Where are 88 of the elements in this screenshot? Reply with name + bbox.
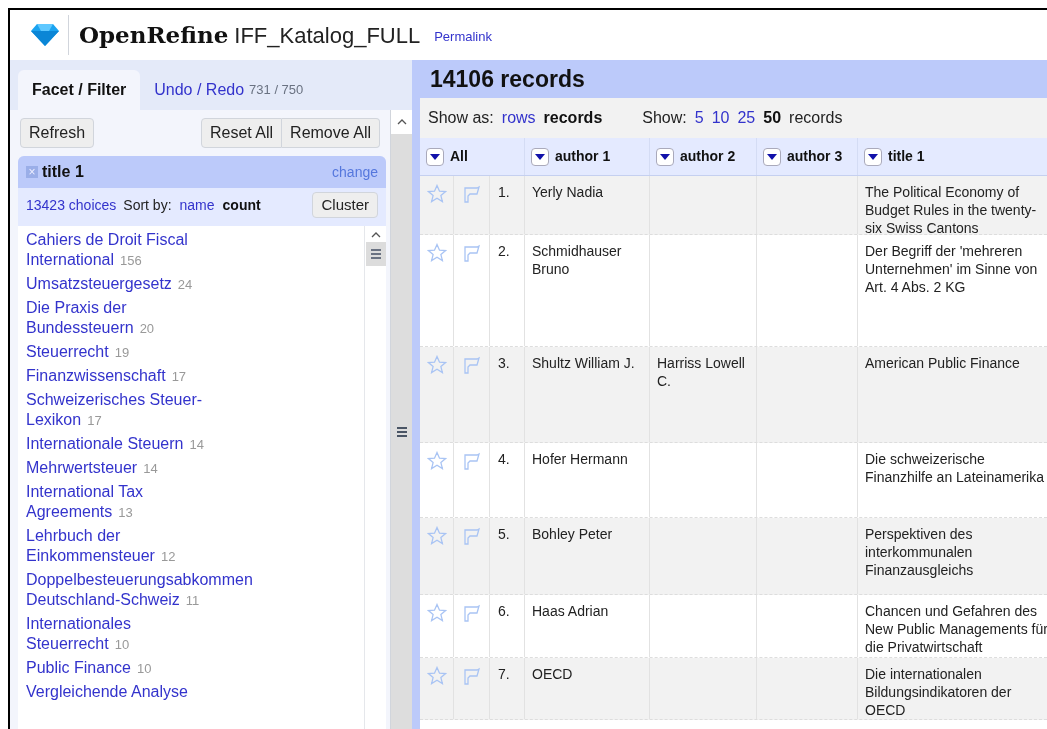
facet-choice[interactable]: Steuerrecht 19	[26, 342, 226, 363]
star-icon[interactable]	[426, 451, 447, 471]
facet-choice[interactable]: Public Finance 10	[26, 658, 226, 679]
facet-choice[interactable]: Cahiers de Droit Fiscal International 156	[26, 230, 226, 271]
facet-choice[interactable]: Vergleichende Analyse	[26, 682, 226, 702]
remove-all-button[interactable]: Remove All	[282, 118, 380, 148]
app-name: OpenRefine	[79, 19, 229, 50]
dropdown-icon[interactable]	[535, 153, 545, 160]
table-cell: Yerly Nadia	[532, 184, 604, 200]
facet-choice[interactable]: Umsatzsteuergesetz 24	[26, 274, 226, 295]
tab[interactable]: Facet / Filter	[18, 70, 141, 110]
dropdown-icon[interactable]	[430, 153, 440, 160]
facet-choice[interactable]: Die Praxis der Bundessteuern 20	[26, 298, 226, 339]
sort-option[interactable]: name	[179, 194, 215, 216]
flag-icon[interactable]	[461, 451, 482, 471]
row-number: 7.	[498, 666, 510, 682]
tab[interactable]: Undo / Redo 731 / 750	[140, 70, 318, 110]
facet-choice[interactable]: Internationales Steuerrecht 10	[26, 614, 226, 655]
table-cell: Die schweizerische Finanzhilfe an Lateinamerika	[865, 451, 1044, 485]
table-cell: Hofer Hermann	[532, 451, 628, 467]
column-header[interactable]: author 2	[650, 138, 757, 175]
flag-icon[interactable]	[461, 603, 482, 623]
star-icon[interactable]	[426, 184, 447, 204]
table-cell: American Public Finance	[865, 355, 1020, 371]
sort-label: Sort by:	[123, 195, 172, 215]
table-cell: Bohley Peter	[532, 526, 613, 542]
table-cell: Der Begriff der 'mehreren Unternehmen' im Sinne von Art. 4 Abs. 2 KG	[865, 243, 1038, 295]
page-size-link[interactable]: 5	[694, 106, 704, 130]
facet-choice[interactable]: Finanzwissenschaft 17	[26, 366, 226, 387]
flag-icon[interactable]	[461, 355, 482, 375]
scroll-up-icon[interactable]	[370, 232, 381, 238]
table-cell: Shultz William J.	[532, 355, 635, 371]
dropdown-icon[interactable]	[868, 153, 878, 160]
facet-choice[interactable]: Internationale Steuern 14	[26, 434, 226, 455]
choices-count-link[interactable]: 13423 choices	[26, 194, 117, 216]
facet-choice[interactable]: Lehrbuch der Einkommensteuer 12	[26, 526, 226, 567]
view-mode-link[interactable]: records	[543, 106, 603, 130]
star-icon[interactable]	[426, 355, 447, 375]
scroll-up-icon[interactable]	[396, 119, 407, 125]
table-cell: OECD	[532, 666, 573, 682]
column-header[interactable]: author 3	[757, 138, 858, 175]
show-as-label: Show as:	[428, 108, 494, 128]
page-size-link[interactable]: 10	[711, 106, 730, 130]
table-cell: Schmidhauser Bruno	[532, 243, 622, 277]
dropdown-icon[interactable]	[660, 153, 670, 160]
row-number: 2.	[498, 243, 510, 259]
column-header[interactable]: title 1	[858, 138, 1047, 175]
unit-label: records	[789, 108, 843, 128]
page-size-link[interactable]: 50	[763, 106, 782, 130]
facet-choice[interactable]: Schweizerisches Steuer-Lexikon 17	[26, 390, 226, 431]
row-number: 6.	[498, 603, 510, 619]
refresh-button[interactable]: Refresh	[20, 118, 95, 148]
dropdown-icon[interactable]	[767, 153, 777, 160]
permalink-link[interactable]: Permalink	[434, 27, 492, 47]
reset-all-button[interactable]: Reset All	[200, 118, 283, 148]
scrollbar[interactable]	[364, 226, 386, 729]
facet-choice[interactable]: International Tax Agreements 13	[26, 482, 226, 523]
row-number: 5.	[498, 526, 510, 542]
record-count: 14106 records	[430, 64, 585, 94]
table-cell: Chancen und Gefahren des New Public Managements für die Privatwirtschaft	[865, 603, 1047, 655]
table-cell: Haas Adrian	[532, 603, 609, 619]
column-header[interactable]: All	[420, 138, 525, 175]
page-size-link[interactable]: 25	[737, 106, 756, 130]
table-cell: Die internationalen Bildungsindikatoren der OECD	[865, 666, 1012, 718]
sort-option[interactable]: count	[222, 194, 261, 216]
star-icon[interactable]	[426, 603, 447, 623]
cluster-button[interactable]: Cluster	[312, 192, 378, 218]
column-header[interactable]: author 1	[525, 138, 650, 175]
view-mode-link[interactable]: rows	[501, 106, 536, 130]
star-icon[interactable]	[426, 526, 447, 546]
table-cell: The Political Economy of Budget Rules in the twenty-six Swiss Cantons	[865, 184, 1037, 236]
diamond-logo-icon	[30, 23, 60, 47]
table-cell: Perspektiven des interkommunalen Finanzausgleichs	[865, 526, 974, 578]
row-number: 1.	[498, 184, 510, 200]
flag-icon[interactable]	[461, 666, 482, 686]
flag-icon[interactable]	[461, 243, 482, 263]
table-cell: Harriss Lowell C.	[657, 355, 745, 389]
show-label: Show:	[642, 108, 687, 128]
row-number: 3.	[498, 355, 510, 371]
facet-choice[interactable]: Mehrwertsteuer 14	[26, 458, 226, 479]
flag-icon[interactable]	[461, 526, 482, 546]
row-number: 4.	[498, 451, 510, 467]
facet-choice[interactable]: Doppelbesteuerungsabkommen Deutschland-Schweiz 11	[26, 570, 253, 611]
flag-icon[interactable]	[461, 184, 482, 204]
star-icon[interactable]	[426, 243, 447, 263]
star-icon[interactable]	[426, 666, 447, 686]
facet-title: title 1	[42, 162, 84, 182]
project-name: IFF_Katalog_FULL	[234, 21, 421, 50]
